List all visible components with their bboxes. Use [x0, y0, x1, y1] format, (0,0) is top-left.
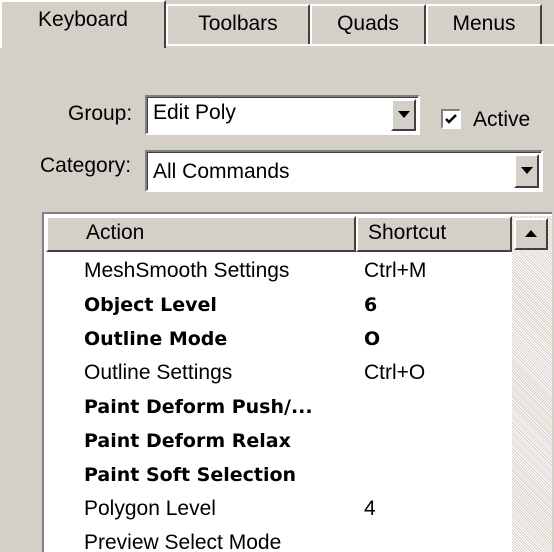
action-cell: Polygon Level — [84, 497, 216, 520]
vertical-scrollbar[interactable] — [512, 216, 552, 552]
tab-menus[interactable]: Menus — [426, 4, 542, 44]
scroll-up-button[interactable] — [514, 218, 548, 250]
tab-quads-label: Quads — [337, 12, 399, 35]
active-checkbox[interactable] — [441, 109, 461, 129]
list-row[interactable]: Outline Mode O — [46, 322, 504, 356]
action-cell: Preview Select Mode — [84, 531, 282, 552]
column-header-action[interactable]: Action — [46, 216, 356, 252]
list-row[interactable]: Paint Deform Push/... — [46, 390, 504, 424]
list-row[interactable]: MeshSmooth Settings Ctrl+M — [46, 254, 504, 288]
list-row[interactable]: Paint Soft Selection — [46, 458, 504, 492]
chevron-down-icon — [397, 111, 410, 118]
list-row[interactable]: Polygon Level 4 — [46, 492, 504, 526]
active-label: Active — [473, 108, 531, 131]
list-row[interactable]: Preview Select Mode — [46, 526, 504, 552]
action-cell: Object Level — [84, 294, 217, 316]
chevron-down-icon — [520, 167, 533, 174]
list-row[interactable]: Paint Deform Relax — [46, 424, 504, 458]
category-dropdown[interactable]: All Commands — [145, 150, 543, 192]
group-label: Group: — [68, 102, 133, 125]
action-cell: Outline Settings — [84, 361, 233, 384]
shortcut-cell: 4 — [364, 497, 376, 520]
tab-quads[interactable]: Quads — [310, 4, 426, 44]
tab-menus-label: Menus — [452, 12, 516, 35]
action-cell: Paint Deform Push/... — [84, 396, 313, 418]
category-label: Category: — [40, 154, 132, 177]
shortcut-cell: Ctrl+O — [364, 361, 426, 384]
list-row[interactable]: Object Level 6 — [46, 288, 504, 322]
tab-toolbars[interactable]: Toolbars — [166, 4, 310, 44]
tab-keyboard-label: Keyboard — [38, 8, 128, 31]
action-cell: Outline Mode — [84, 328, 228, 350]
action-cell: MeshSmooth Settings — [84, 259, 290, 282]
shortcut-cell: O — [364, 328, 381, 350]
action-cell: Paint Deform Relax — [84, 430, 291, 452]
action-list[interactable]: Action Shortcut MeshSmooth Settings Ctrl… — [42, 212, 552, 552]
shortcut-cell: Ctrl+M — [364, 259, 427, 282]
list-row[interactable]: Outline Settings Ctrl+O — [46, 356, 504, 390]
category-dropdown-value: All Commands — [153, 160, 290, 183]
shortcut-cell: 6 — [364, 294, 378, 316]
list-header: Action Shortcut — [46, 216, 512, 252]
column-header-action-label: Action — [86, 221, 145, 244]
column-header-shortcut-label: Shortcut — [368, 221, 447, 244]
tab-strip: Keyboard Toolbars Quads Menus — [0, 0, 554, 48]
group-dropdown-value: Edit Poly — [153, 101, 236, 124]
action-cell: Paint Soft Selection — [84, 464, 297, 486]
checkmark-icon — [445, 114, 457, 124]
list-rows: MeshSmooth Settings Ctrl+M Object Level … — [46, 254, 504, 552]
chevron-up-icon — [525, 230, 537, 237]
group-dropdown[interactable]: Edit Poly — [145, 95, 420, 135]
column-header-shortcut[interactable]: Shortcut — [356, 216, 512, 252]
category-dropdown-button[interactable] — [514, 154, 539, 188]
tab-keyboard[interactable]: Keyboard — [0, 0, 166, 48]
group-dropdown-button[interactable] — [391, 99, 416, 131]
tab-toolbars-label: Toolbars — [198, 12, 278, 35]
